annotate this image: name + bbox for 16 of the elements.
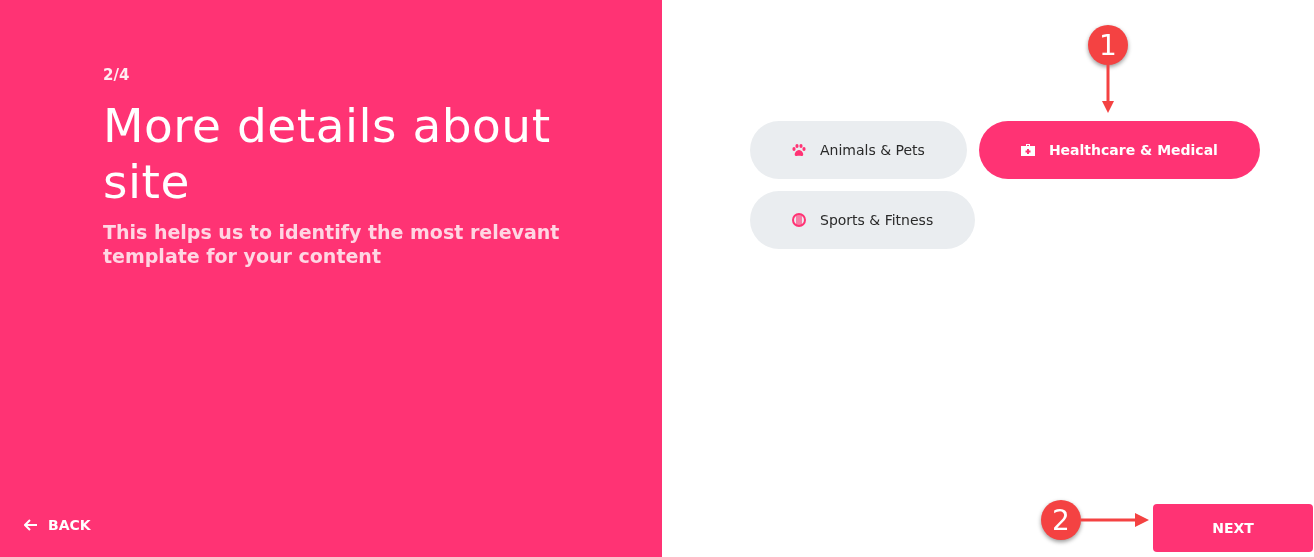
ball-icon <box>792 213 806 227</box>
step-number-badge: 2 <box>1041 500 1081 540</box>
back-button[interactable]: BACK <box>20 513 95 537</box>
subtitle: This helps us to identify the most relevant template for your content <box>103 220 561 268</box>
paw-icon <box>792 143 806 157</box>
step-counter: 2/4 <box>103 66 130 84</box>
step-number-badge: 1 <box>1088 25 1128 65</box>
back-arrow-icon <box>24 519 38 531</box>
arrow-icon <box>1102 65 1114 113</box>
page-title: More details about site <box>103 98 552 210</box>
next-button[interactable]: NEXT <box>1153 504 1313 552</box>
category-chip[interactable]: Animals & Pets <box>750 121 967 179</box>
category-chip[interactable]: Healthcare & Medical <box>978 121 1260 179</box>
medical-kit-icon <box>1020 144 1035 156</box>
arrow-icon <box>1081 513 1149 527</box>
category-chip[interactable]: Sports & Fitness <box>750 191 976 249</box>
